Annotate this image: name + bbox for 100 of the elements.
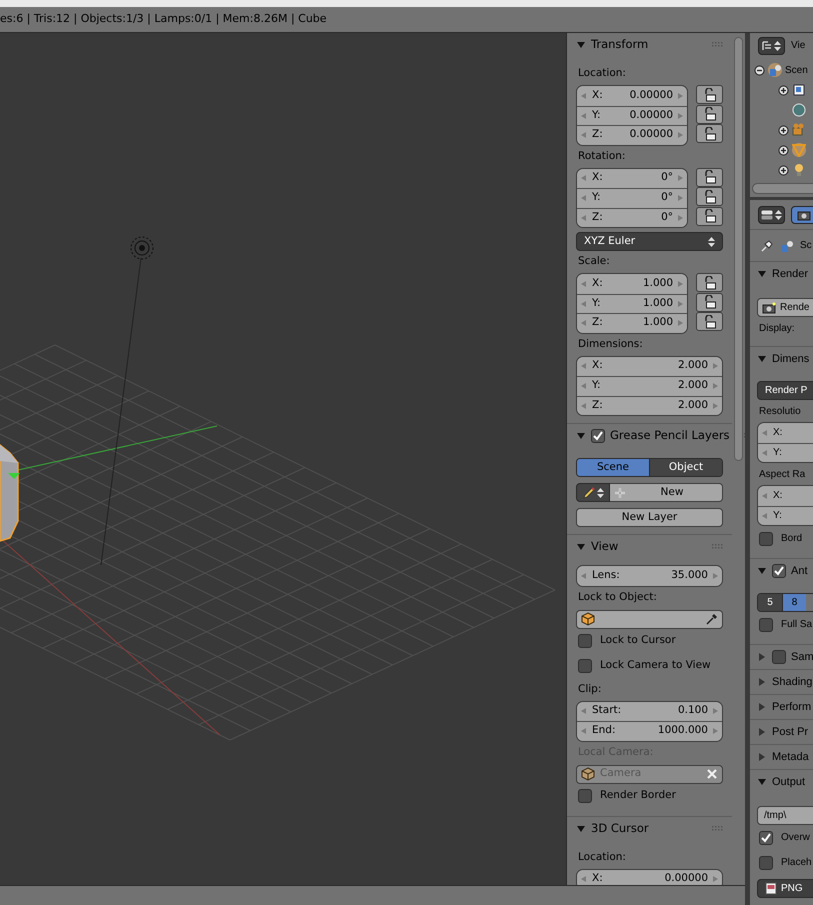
cube-drawing[interactable]: [0, 443, 20, 542]
number-field[interactable]: X: 0.00000: [577, 86, 687, 106]
number-field[interactable]: Z: 1.000: [577, 313, 687, 332]
number-field[interactable]: Z: 2.000: [577, 396, 722, 415]
number-field[interactable]: X:: [758, 486, 813, 506]
number-field[interactable]: X: 0°: [577, 168, 687, 188]
panel-header[interactable]: Perform: [750, 695, 813, 719]
checkbox-label[interactable]: Render Border: [600, 788, 676, 804]
text-field[interactable]: /tmp\: [757, 806, 813, 825]
toggle-tab[interactable]: Object: [649, 459, 722, 476]
dropdown[interactable]: PNG: [757, 879, 813, 898]
panel-header[interactable]: 3D Cursor: [567, 816, 732, 840]
checkbox[interactable]: [759, 856, 773, 870]
expand-triangle-icon[interactable]: [757, 752, 767, 762]
lock-toggle[interactable]: [696, 273, 723, 292]
browse-button[interactable]: [576, 483, 610, 502]
left-arrow-icon: [581, 320, 586, 326]
collapse-triangle-icon[interactable]: [757, 354, 767, 364]
checkbox-label[interactable]: Overw: [781, 830, 810, 845]
button[interactable]: Rende: [757, 298, 813, 317]
checkbox[interactable]: [759, 618, 773, 632]
render-tab[interactable]: [791, 206, 813, 224]
checkbox[interactable]: [772, 650, 786, 664]
expand-icon[interactable]: [778, 124, 789, 136]
lock-toggle[interactable]: [696, 206, 723, 226]
number-field[interactable]: Lens: 35.000: [577, 566, 722, 586]
number-field[interactable]: Z: 0°: [577, 208, 687, 227]
checkbox-label[interactable]: Lock to Cursor: [600, 633, 676, 649]
checkbox[interactable]: [591, 429, 605, 443]
expand-icon[interactable]: [778, 144, 789, 156]
collapse-triangle-icon[interactable]: [757, 566, 767, 576]
collapse-triangle-icon[interactable]: [576, 40, 586, 50]
collapse-triangle-icon[interactable]: [757, 777, 767, 787]
dropdown[interactable]: Render P: [757, 381, 813, 400]
view-menu[interactable]: Vie: [791, 38, 806, 53]
panel-header[interactable]: Shading: [750, 670, 813, 694]
expand-triangle-icon[interactable]: [757, 677, 767, 687]
field-label: Rotation:: [577, 148, 626, 164]
number-field[interactable]: X: 2.000: [577, 356, 722, 376]
expand-triangle-icon[interactable]: [757, 727, 767, 737]
number-field[interactable]: Start: 0.100: [577, 702, 722, 721]
number-field[interactable]: Z: 0.00000: [577, 125, 687, 144]
checkbox[interactable]: [772, 564, 786, 578]
toggle-tab[interactable]: Scene: [577, 459, 649, 476]
checkbox-label[interactable]: Lock Camera to View: [600, 658, 711, 674]
number-field[interactable]: X: 0.00000: [577, 870, 722, 885]
panel-header[interactable]: Ant: [750, 559, 813, 583]
number-field[interactable]: Y:: [758, 442, 813, 462]
new-button[interactable]: New: [610, 483, 723, 502]
collapse-icon[interactable]: [754, 64, 765, 76]
lock-toggle[interactable]: [696, 104, 723, 124]
panel-header[interactable]: Post Pr: [750, 720, 813, 744]
lock-toggle[interactable]: [696, 312, 723, 331]
toggle-tab[interactable]: 8: [782, 594, 806, 611]
lock-toggle[interactable]: [696, 168, 723, 186]
number-field[interactable]: Y: 2.000: [577, 376, 722, 396]
button[interactable]: New Layer: [576, 508, 723, 527]
expand-icon[interactable]: [778, 84, 789, 96]
number-field[interactable]: End: 1000.000: [577, 721, 722, 740]
padlock-icon: [704, 276, 716, 290]
checkbox[interactable]: [759, 830, 773, 844]
number-field[interactable]: Y: 0°: [577, 188, 687, 208]
lock-toggle[interactable]: [696, 292, 723, 312]
expand-triangle-icon[interactable]: [757, 702, 767, 712]
editor-type-button[interactable]: [758, 36, 785, 54]
number-field[interactable]: X:: [758, 423, 813, 442]
panel-header[interactable]: Dimens: [750, 347, 813, 371]
panel-header[interactable]: Transform: [567, 33, 732, 57]
panel-header[interactable]: View: [567, 535, 732, 559]
checkbox[interactable]: [578, 789, 592, 803]
checkbox-label[interactable]: Bord: [781, 531, 802, 546]
editor-type-button[interactable]: [758, 206, 785, 224]
panel-header[interactable]: Metada: [750, 745, 813, 769]
panel-header[interactable]: Output: [750, 770, 813, 794]
checkbox[interactable]: [759, 532, 773, 546]
scrollbar[interactable]: [734, 37, 743, 461]
checkbox[interactable]: [578, 659, 592, 673]
number-field[interactable]: Y:: [758, 506, 813, 525]
object-field[interactable]: [576, 610, 723, 628]
number-field[interactable]: X: 1.000: [577, 274, 687, 294]
checkbox[interactable]: [578, 634, 592, 648]
lock-toggle[interactable]: [696, 124, 723, 143]
collapse-triangle-icon[interactable]: [757, 269, 767, 279]
dropdown[interactable]: XYZ Euler: [576, 232, 723, 251]
expand-triangle-icon[interactable]: [757, 652, 767, 662]
checkbox-label[interactable]: Placeh: [781, 855, 812, 870]
tree-item-label[interactable]: Scen: [785, 62, 808, 78]
lock-toggle[interactable]: [696, 85, 723, 104]
collapse-triangle-icon[interactable]: [576, 824, 586, 834]
panel-header[interactable]: Sam: [750, 645, 813, 669]
number-field[interactable]: Y: 0.00000: [577, 106, 687, 125]
checkbox-label[interactable]: Full Sa: [781, 617, 812, 632]
expand-icon[interactable]: [778, 164, 789, 176]
toggle-tab[interactable]: 5: [758, 594, 782, 611]
lock-toggle[interactable]: [696, 187, 723, 206]
collapse-triangle-icon[interactable]: [576, 431, 586, 441]
number-field[interactable]: Y: 1.000: [577, 294, 687, 313]
breadcrumb-label[interactable]: Sc: [800, 238, 812, 253]
panel-header[interactable]: Render: [750, 262, 813, 286]
collapse-triangle-icon[interactable]: [576, 542, 586, 552]
